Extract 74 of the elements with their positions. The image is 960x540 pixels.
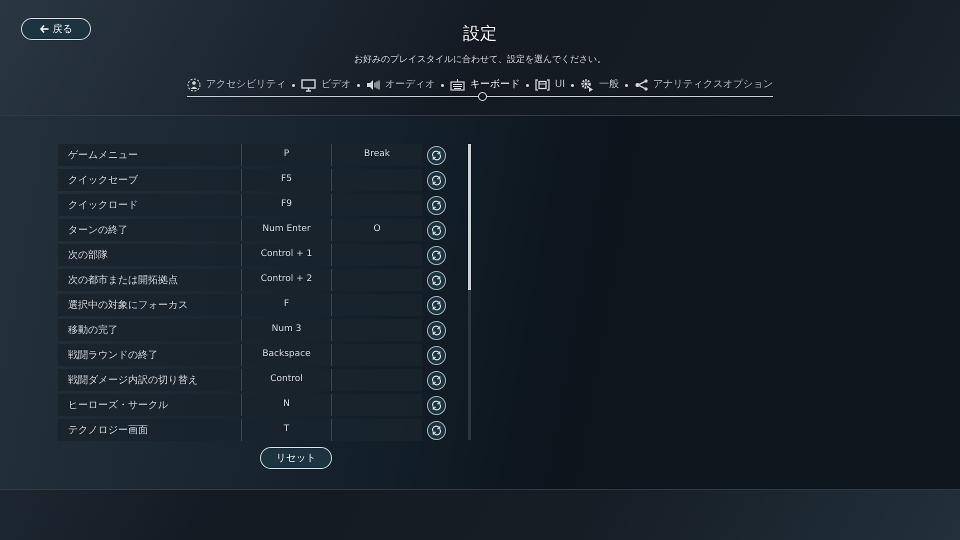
page-title: 設定 (463, 23, 497, 46)
action-cell: ゲームメニュー (58, 144, 241, 166)
action-cell: 戦闘ラウンドの終了 (58, 344, 241, 366)
refresh-button[interactable] (427, 420, 446, 440)
refresh-icon (431, 174, 442, 186)
reset-button[interactable]: リセット (260, 447, 332, 469)
refresh-button[interactable] (427, 220, 446, 240)
key-binding-cell[interactable] (331, 394, 422, 416)
action-cell: ターンの終了 (58, 219, 241, 241)
key-binding-cell[interactable] (331, 169, 422, 191)
action-cell: 移動の完了 (58, 319, 241, 341)
refresh-icon (431, 250, 442, 260)
settings-tab[interactable]: キーボード (450, 78, 520, 92)
gear-icon (580, 78, 594, 92)
refresh-icon (431, 274, 442, 286)
settings-tab[interactable]: ビデオ (300, 78, 351, 92)
key-binding-cell[interactable] (331, 194, 422, 216)
refresh-button[interactable] (427, 370, 446, 390)
refresh-icon (431, 424, 442, 436)
arrow-left-icon (40, 25, 48, 33)
tab-indicator (478, 92, 487, 101)
settings-tab[interactable]: オーディオ (366, 78, 435, 92)
back-button[interactable]: 戻る (21, 18, 91, 40)
key-binding-cell[interactable] (331, 244, 422, 266)
key-binding-cell[interactable]: T (241, 419, 331, 441)
action-cell: クイックセーブ (58, 169, 241, 191)
scrollbar-thumb[interactable] (468, 144, 471, 290)
share-icon (634, 79, 648, 91)
refresh-icon (431, 374, 442, 386)
key-binding-cell[interactable] (331, 294, 422, 316)
action-cell: クイックロード (58, 194, 241, 216)
key-binding-cell[interactable]: Control + 2 (241, 269, 331, 291)
key-binding-cell[interactable]: N (241, 394, 331, 416)
refresh-icon (431, 200, 442, 210)
key-binding-cell[interactable]: Backspace (241, 344, 331, 366)
key-binding-cell[interactable] (331, 369, 422, 391)
action-cell: 次の部隊 (58, 244, 241, 266)
action-cell: 選択中の対象にフォーカス (58, 294, 241, 316)
refresh-button[interactable] (427, 246, 446, 264)
refresh-icon (431, 150, 442, 160)
scrollbar[interactable] (468, 144, 471, 440)
settings-tab[interactable]: UI (534, 78, 566, 92)
refresh-button[interactable] (427, 170, 446, 190)
key-binding-cell[interactable] (331, 344, 422, 366)
page-subtitle: お好みのプレイスタイルに合わせて、設定を選んでください。 (354, 54, 606, 66)
window-icon (534, 79, 550, 91)
refresh-button[interactable] (427, 396, 446, 414)
key-binding-cell[interactable] (331, 269, 422, 291)
key-binding-cell[interactable]: Break (331, 144, 422, 166)
key-binding-cell[interactable]: F (241, 294, 331, 316)
monitor-icon (300, 78, 316, 92)
settings-tab[interactable]: アナリティクスオプション (634, 78, 774, 92)
refresh-icon (431, 300, 442, 310)
key-binding-cell[interactable] (331, 419, 422, 441)
refresh-icon (431, 324, 442, 336)
person-icon (186, 78, 201, 92)
settings-tab[interactable]: アクセシビリティ (186, 78, 286, 92)
action-cell: 次の都市または開拓拠点 (58, 269, 241, 291)
refresh-button[interactable] (427, 296, 446, 314)
refresh-button[interactable] (427, 320, 446, 340)
speaker-icon (366, 79, 380, 91)
key-binding-cell[interactable]: Control (241, 369, 331, 391)
keyboard-icon (450, 79, 465, 91)
refresh-button[interactable] (427, 146, 446, 164)
key-binding-cell[interactable]: O (331, 219, 422, 241)
refresh-button[interactable] (427, 346, 446, 364)
refresh-button[interactable] (427, 270, 446, 290)
refresh-icon (431, 224, 442, 236)
refresh-icon (431, 400, 442, 410)
refresh-icon (431, 350, 442, 360)
key-binding-cell[interactable] (331, 319, 422, 341)
key-binding-cell[interactable]: Num 3 (241, 319, 331, 341)
settings-tab[interactable]: 一般 (580, 78, 620, 92)
refresh-button[interactable] (427, 196, 446, 214)
